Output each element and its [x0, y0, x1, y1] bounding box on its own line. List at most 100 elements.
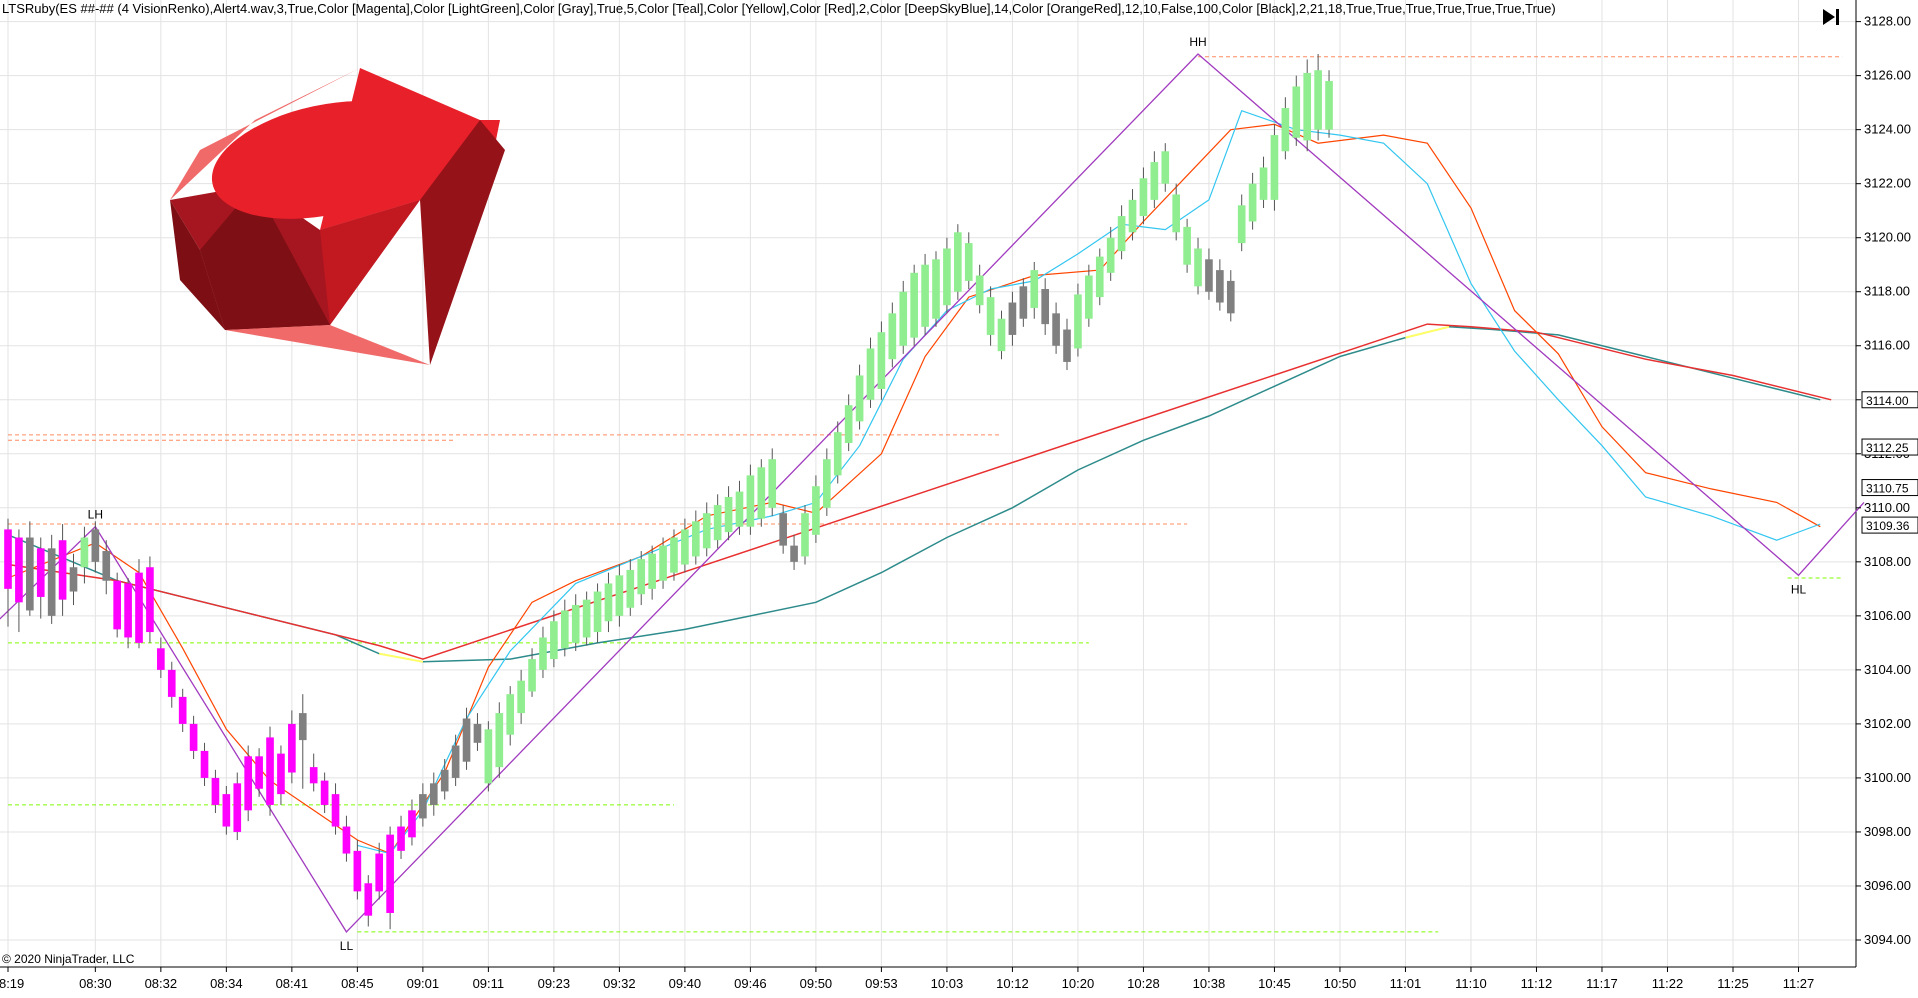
y-tick-label: 3104.00 — [1864, 662, 1911, 677]
candle-body — [244, 756, 253, 811]
candle-body — [1216, 270, 1224, 303]
candle-body — [69, 567, 78, 592]
candlesticks — [4, 54, 1333, 930]
candle-body — [1063, 329, 1071, 362]
x-tick-label: 11:01 — [1390, 976, 1422, 991]
candle-body — [91, 529, 100, 562]
candle-body — [877, 332, 886, 389]
candle-body — [135, 572, 143, 643]
candle-body — [1128, 199, 1137, 233]
y-tick-label: 3100.00 — [1864, 770, 1911, 785]
candle-body — [288, 723, 296, 773]
x-tick-label: 09:46 — [734, 976, 767, 991]
y-tick-label: 3096.00 — [1864, 878, 1911, 893]
candle-body — [233, 783, 242, 832]
swing-label: HL — [1791, 582, 1807, 596]
candle-body — [1030, 270, 1039, 308]
x-tick-label: 09:11 — [473, 976, 505, 991]
candle-body — [921, 264, 929, 327]
candle-body — [331, 794, 340, 827]
x-tick-label: 10:38 — [1193, 976, 1226, 991]
candle-body — [167, 669, 176, 697]
x-tick-label: 09:01 — [407, 976, 440, 991]
indicator-title: LTSRuby(ES ##-## (4 VisionRenko),Alert4.… — [2, 1, 1556, 16]
price-marker-label: 3112.25 — [1866, 441, 1909, 455]
candle-body — [943, 248, 951, 306]
x-tick-label: 08:30 — [79, 976, 112, 991]
y-tick-label: 3126.00 — [1864, 68, 1911, 83]
candle-body — [670, 537, 678, 573]
candle-body — [1292, 86, 1301, 138]
x-tick-label: 09:23 — [538, 976, 571, 991]
time-axis[interactable]: 08:19 08:30 08:32 08:34 08:41 08:45 09:01 09:11… — [0, 967, 1814, 991]
candle-body — [1237, 205, 1246, 244]
x-tick-label: 11:12 — [1521, 976, 1553, 991]
candle-body — [1226, 280, 1235, 314]
x-tick-label: 11:17 — [1586, 976, 1618, 991]
candle-body — [517, 680, 525, 714]
candle-body — [888, 313, 897, 360]
candle-body — [397, 826, 405, 851]
x-tick-label: 08:41 — [276, 976, 309, 991]
x-tick-label: 10:45 — [1258, 976, 1291, 991]
x-tick-label: 09:53 — [865, 976, 898, 991]
y-tick-label: 3122.00 — [1864, 176, 1911, 191]
y-tick-label: 3094.00 — [1864, 932, 1911, 947]
candle-body — [266, 737, 274, 805]
x-tick-label: 08:32 — [145, 976, 178, 991]
ma-skyblue — [357, 109, 1821, 855]
candle-body — [1248, 183, 1257, 222]
candle-body — [451, 745, 460, 778]
ma-slow-teal — [7, 326, 1821, 663]
candle-body — [1019, 286, 1028, 319]
candle-body — [768, 459, 777, 508]
candle-body — [713, 505, 722, 541]
candle-body — [528, 659, 536, 692]
candle-body — [844, 405, 853, 443]
candle-body — [855, 375, 864, 422]
candle-body — [298, 713, 307, 741]
candle-body — [1161, 151, 1170, 184]
swing-label: HH — [1189, 35, 1206, 49]
candle-body — [823, 459, 831, 508]
candle-body — [735, 491, 744, 527]
candle-body — [648, 553, 656, 589]
x-tick-label: 10:03 — [931, 976, 964, 991]
candle-body — [36, 548, 45, 597]
candle-body — [1270, 135, 1279, 200]
y-tick-label: 3102.00 — [1864, 716, 1911, 731]
candle-body — [910, 272, 918, 338]
x-tick-label: 08:19 — [0, 976, 24, 991]
candle-body — [1117, 216, 1126, 252]
swing-label: LL — [340, 939, 354, 953]
y-tick-label: 3118.00 — [1864, 284, 1910, 299]
candle-body — [408, 810, 416, 838]
candle-body — [615, 575, 624, 616]
candle-body — [1259, 167, 1268, 200]
x-tick-label: 09:50 — [800, 976, 833, 991]
candle-body — [113, 580, 121, 630]
candle-body — [495, 713, 504, 768]
candle-body — [506, 694, 515, 735]
candle-body — [801, 513, 809, 557]
y-tick-label: 3098.00 — [1864, 824, 1911, 839]
y-tick-label: 3116.00 — [1864, 338, 1910, 353]
candle-body — [702, 513, 711, 549]
price-marker-label: 3110.75 — [1866, 482, 1909, 496]
x-tick-label: 11:25 — [1717, 976, 1749, 991]
candle-body — [15, 537, 23, 603]
y-tick-label: 3110.00 — [1864, 500, 1910, 515]
candle-body — [26, 537, 34, 611]
candle-body — [593, 591, 602, 633]
candle-body — [833, 432, 842, 476]
candle-body — [211, 777, 220, 805]
candle-body — [102, 551, 111, 581]
candle-body — [375, 853, 384, 892]
candle-body — [277, 753, 285, 795]
x-tick-label: 10:50 — [1324, 976, 1357, 991]
play-step-icon[interactable] — [1820, 6, 1842, 28]
candle-body — [1008, 302, 1017, 335]
candle-body — [1074, 294, 1082, 349]
candle-body — [353, 850, 362, 892]
candle-body — [746, 475, 755, 527]
